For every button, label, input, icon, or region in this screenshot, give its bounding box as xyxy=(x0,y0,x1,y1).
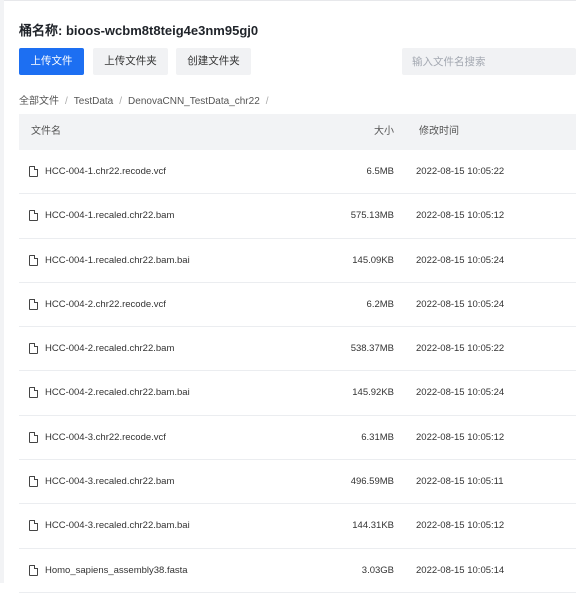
file-icon xyxy=(29,254,38,266)
file-icon xyxy=(29,476,38,488)
file-modified-time: 2022-08-15 10:05:12 xyxy=(416,431,505,443)
table-row[interactable]: HCC-004-1.chr22.recode.vcf 6.5MB 2022-08-1… xyxy=(19,150,576,195)
breadcrumb-item-current[interactable]: DenovaCNN_TestData_chr22 xyxy=(128,96,260,107)
file-icon xyxy=(29,520,38,532)
file-name-link[interactable]: Homo_sapiens_assembly38.fasta xyxy=(45,549,188,592)
file-modified-time: 2022-08-15 10:05:24 xyxy=(416,254,505,266)
table-row[interactable]: HCC-004-1.recaled.chr22.bam.bai 145.09KB 2… xyxy=(19,239,576,283)
table-row[interactable]: HCC-004-2.recaled.chr22.bam.bai 145.92KB 2… xyxy=(19,371,576,416)
file-icon xyxy=(29,431,38,443)
upload-file-button[interactable]: 上传文件 xyxy=(19,48,84,75)
file-name-link[interactable]: HCC-004-3.recaled.chr22.bam.bai xyxy=(45,504,190,547)
column-header-size[interactable]: 大小 xyxy=(374,114,394,150)
file-modified-time: 2022-08-15 10:05:14 xyxy=(416,564,505,576)
breadcrumb-item-testdata[interactable]: TestData xyxy=(74,96,113,107)
breadcrumb-separator: / xyxy=(119,96,123,107)
file-size: 575.13MB xyxy=(350,210,394,222)
file-modified-time: 2022-08-15 10:05:22 xyxy=(416,166,505,177)
file-name-link[interactable]: HCC-004-1.chr22.recode.vcf xyxy=(45,150,166,193)
file-modified-time: 2022-08-15 10:05:11 xyxy=(416,476,504,488)
file-modified-time: 2022-08-15 10:05:22 xyxy=(416,343,505,355)
file-name-link[interactable]: HCC-004-2.recaled.chr22.bam xyxy=(45,327,174,370)
file-size: 145.09KB xyxy=(352,254,394,266)
table-header: 文件名 大小 修改时间 xyxy=(19,114,576,150)
file-icon xyxy=(29,166,38,177)
table-row[interactable]: HCC-004-1.recaled.chr22.bam 575.13MB 2022-… xyxy=(19,194,576,239)
file-size: 145.92KB xyxy=(352,387,394,399)
breadcrumb-item-all-files[interactable]: 全部文件 xyxy=(19,92,59,107)
file-name-link[interactable]: HCC-004-1.recaled.chr22.bam xyxy=(45,194,174,237)
search-box xyxy=(402,48,576,75)
file-icon xyxy=(29,298,38,310)
file-modified-time: 2022-08-15 10:05:24 xyxy=(416,298,505,310)
breadcrumb: 全部文件 / TestData / DenovaCNN_TestData_chr22 / xyxy=(19,92,275,107)
file-name-link[interactable]: HCC-004-3.recaled.chr22.bam xyxy=(45,460,174,503)
table-row[interactable]: HCC-004-3.recaled.chr22.bam 496.59MB 2022-… xyxy=(19,460,576,505)
file-size: 538.37MB xyxy=(350,343,394,355)
create-folder-button[interactable]: 创建文件夹 xyxy=(176,48,251,75)
file-table: 文件名 大小 修改时间 HCC-004-1.chr22.recode.vcf 6.… xyxy=(19,114,576,593)
file-browser: 桶名称: bioos-wcbm8t8teig4e3nm95gj0 上传文件 上传… xyxy=(19,0,576,593)
table-body: HCC-004-1.chr22.recode.vcf 6.5MB 2022-08-1… xyxy=(19,150,576,593)
upload-folder-button[interactable]: 上传文件夹 xyxy=(93,48,168,75)
breadcrumb-separator: / xyxy=(265,96,269,107)
column-header-mtime[interactable]: 修改时间 xyxy=(419,114,459,150)
file-name-link[interactable]: HCC-004-2.recaled.chr22.bam.bai xyxy=(45,371,190,414)
table-row[interactable]: HCC-004-2.chr22.recode.vcf 6.2MB 2022-08-1… xyxy=(19,283,576,328)
file-modified-time: 2022-08-15 10:05:12 xyxy=(416,210,505,222)
file-size: 496.59MB xyxy=(350,476,394,488)
file-size: 144.31KB xyxy=(352,520,394,532)
file-icon xyxy=(29,564,38,576)
file-modified-time: 2022-08-15 10:05:24 xyxy=(416,387,505,399)
file-size: 6.5MB xyxy=(366,166,394,177)
file-icon xyxy=(29,387,38,399)
table-row[interactable]: HCC-004-3.chr22.recode.vcf 6.31MB 2022-08-… xyxy=(19,416,576,461)
file-size: 6.2MB xyxy=(366,298,394,310)
file-icon xyxy=(29,210,38,222)
toolbar: 上传文件 上传文件夹 创建文件夹 xyxy=(19,48,576,76)
column-header-name: 文件名 xyxy=(31,126,61,137)
file-size: 6.31MB xyxy=(361,431,394,443)
file-name-link[interactable]: HCC-004-3.chr22.recode.vcf xyxy=(45,416,166,459)
table-row[interactable]: HCC-004-3.recaled.chr22.bam.bai 144.31KB 2… xyxy=(19,504,576,549)
file-name-link[interactable]: HCC-004-1.recaled.chr22.bam.bai xyxy=(45,239,190,282)
left-panel-edge xyxy=(0,0,4,583)
search-input[interactable] xyxy=(402,48,576,75)
table-row[interactable]: HCC-004-2.recaled.chr22.bam 538.37MB 2022-… xyxy=(19,327,576,372)
file-icon xyxy=(29,343,38,355)
file-name-link[interactable]: HCC-004-2.chr22.recode.vcf xyxy=(45,283,166,326)
breadcrumb-separator: / xyxy=(65,96,68,107)
file-size: 3.03GB xyxy=(361,564,394,576)
file-modified-time: 2022-08-15 10:05:12 xyxy=(416,520,505,532)
bucket-title: 桶名称: bioos-wcbm8t8teig4e3nm95gj0 xyxy=(19,23,259,38)
table-row[interactable]: Homo_sapiens_assembly38.fasta 3.03GB 2022-… xyxy=(19,549,576,593)
